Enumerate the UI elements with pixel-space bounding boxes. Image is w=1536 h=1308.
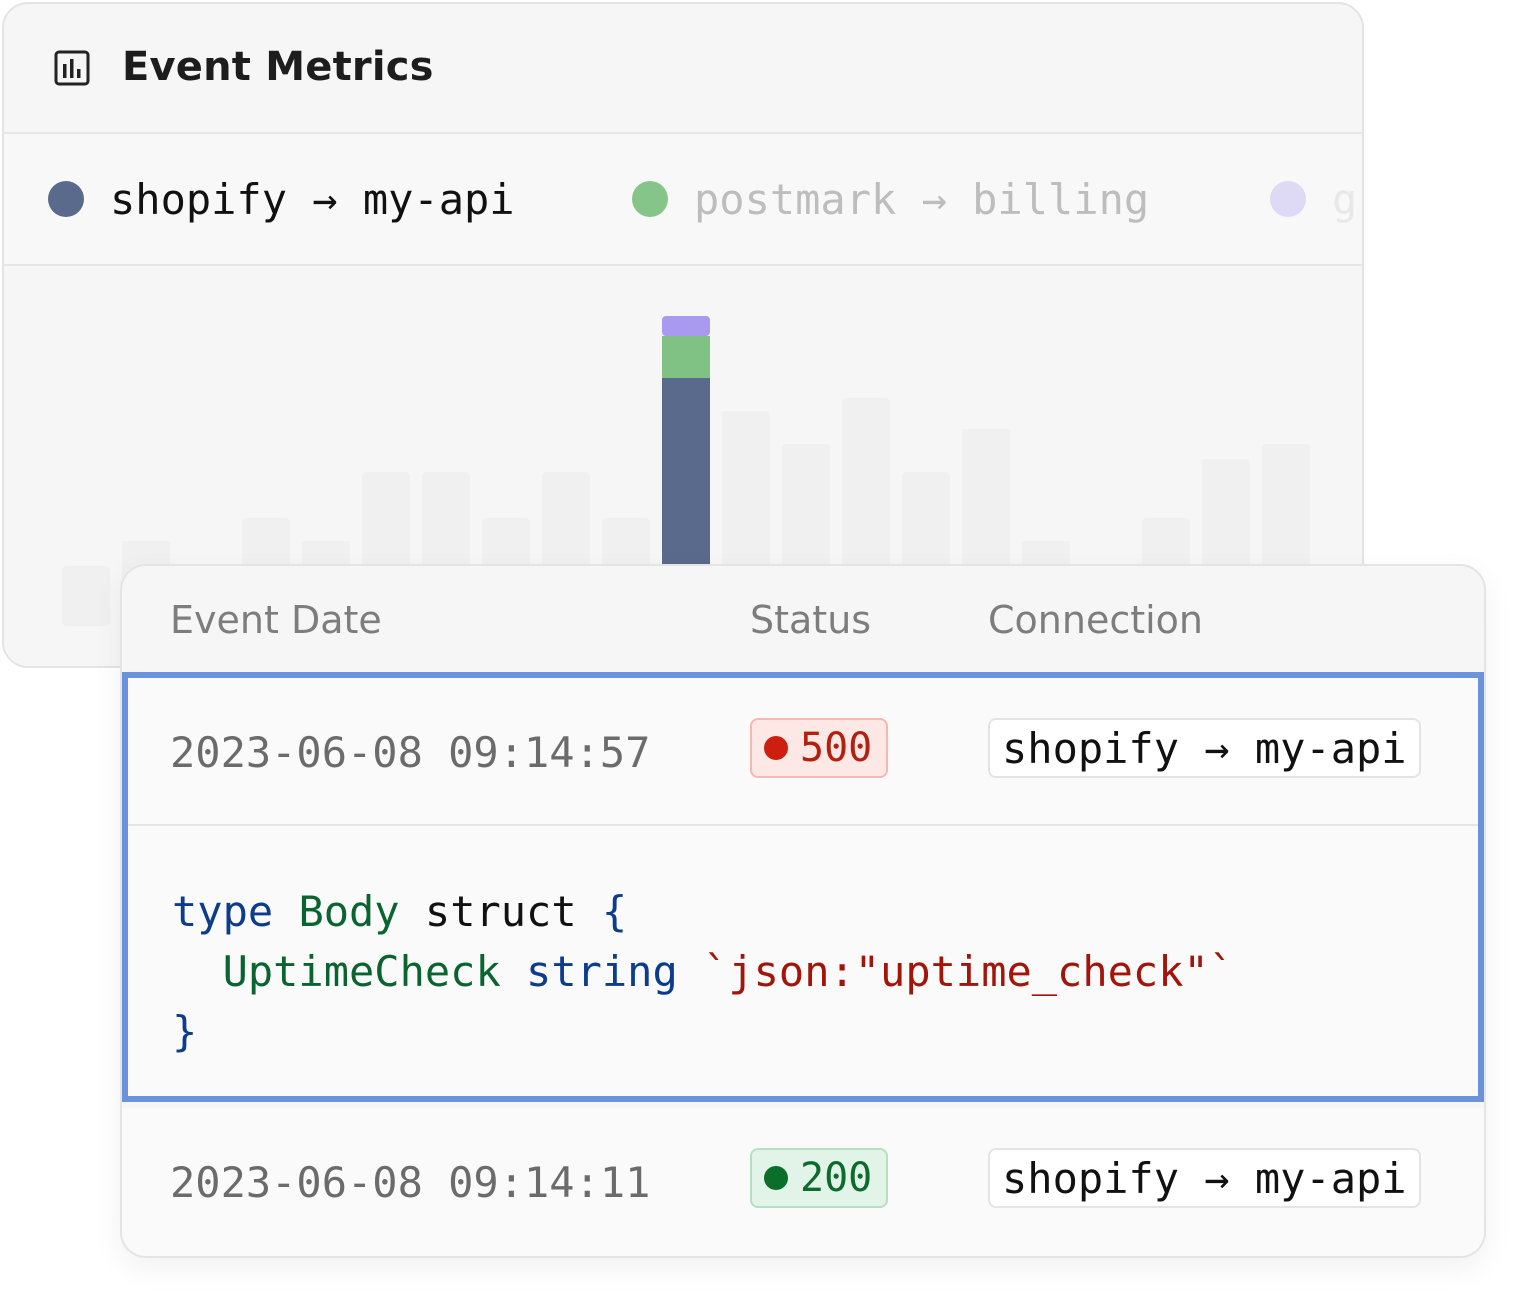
status-code: 500 (800, 725, 873, 771)
payload-code-block: type Body struct { UptimeCheck string `j… (172, 882, 1234, 1062)
selected-event-row[interactable]: 2023-06-08 09:14:57 500 shopify → my-api… (122, 672, 1484, 1102)
metrics-header: Event Metrics (4, 4, 1362, 134)
status-code: 200 (800, 1155, 873, 1201)
status-dot (764, 736, 788, 760)
metrics-title: Event Metrics (122, 44, 434, 90)
event-date: 2023-06-08 09:14:57 (170, 728, 651, 777)
code-brace-open: { (601, 887, 628, 936)
connection-label: shopify → my-api (1002, 723, 1407, 773)
status-dot (764, 1166, 788, 1190)
legend-dot (1270, 181, 1306, 217)
legend-item-postmark-billing[interactable]: postmark → billing (632, 134, 1149, 264)
legend-dot (48, 181, 84, 217)
legend-item-shopify-my-api[interactable]: shopify → my-api (48, 134, 515, 264)
connection-label: shopify → my-api (1002, 1153, 1407, 1203)
row-divider (128, 824, 1478, 826)
legend-item-third[interactable]: g (1270, 134, 1357, 264)
legend-label: g (1332, 174, 1358, 224)
code-type-name: Body (298, 887, 400, 936)
events-table-card: Event Date Status Connection 2023-06-08 … (120, 564, 1486, 1258)
bar-segment[interactable] (662, 336, 710, 378)
event-date: 2023-06-08 09:14:11 (170, 1158, 651, 1207)
legend-label: shopify → my-api (110, 174, 515, 224)
table-header: Event Date Status Connection (122, 566, 1484, 674)
code-keyword: type (172, 887, 274, 936)
column-header-connection[interactable]: Connection (988, 598, 1203, 642)
bar-chart-icon (54, 50, 90, 86)
code-keyword-struct: struct (424, 887, 577, 936)
column-header-status[interactable]: Status (750, 598, 871, 642)
code-field-type: string (526, 947, 678, 996)
status-badge-error: 500 (750, 718, 888, 778)
connection-pill[interactable]: shopify → my-api (988, 718, 1421, 778)
legend-label: postmark → billing (694, 174, 1150, 224)
bar-segment[interactable] (662, 316, 710, 336)
column-header-event-date[interactable]: Event Date (170, 598, 382, 642)
status-badge-ok: 200 (750, 1148, 888, 1208)
code-struct-tag: `json:"uptime_check"` (703, 947, 1235, 996)
legend-row: shopify → my-api postmark → billing g (4, 134, 1362, 266)
bar[interactable] (62, 566, 110, 626)
bar-segment[interactable] (662, 378, 710, 566)
event-row[interactable]: 2023-06-08 09:14:11 200 shopify → my-api (122, 1108, 1484, 1256)
code-brace-close: } (172, 1007, 198, 1056)
connection-pill[interactable]: shopify → my-api (988, 1148, 1421, 1208)
code-field: UptimeCheck (222, 947, 501, 996)
legend-dot (632, 181, 668, 217)
